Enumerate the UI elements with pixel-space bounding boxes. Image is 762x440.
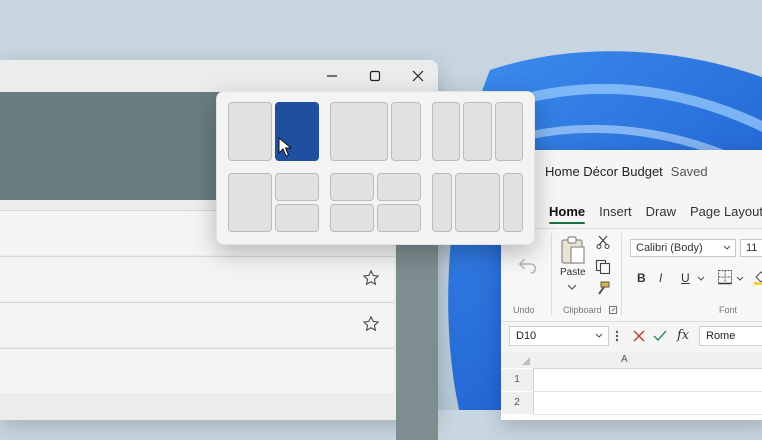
cut-icon[interactable] [596,235,610,249]
snap-zone-three-column-right[interactable] [495,102,523,161]
tab-draw[interactable]: Draw [646,204,676,219]
snap-zone-side-right[interactable] [503,173,523,232]
row-number: 1 [514,374,520,385]
maximize-icon [369,70,381,82]
chevron-down-icon[interactable] [567,283,577,291]
snap-zone-narrow-right[interactable] [391,102,421,161]
chevron-down-icon [723,245,731,250]
chevron-down-icon[interactable] [697,276,705,282]
copy-icon[interactable] [595,259,611,275]
row-header[interactable]: 2 [501,392,534,414]
list-item[interactable] [0,302,394,347]
column-header-label: A [621,354,628,365]
dialog-launcher-icon[interactable] [609,306,617,314]
excel-window[interactable]: Home Décor Budget Saved Home Insert Draw Pag… [501,150,762,420]
snap-zone-side-left[interactable] [432,173,452,232]
gridline [533,414,762,415]
snap-zone-three-column-left[interactable] [432,102,460,161]
chevron-down-icon[interactable] [736,276,744,282]
bold-button[interactable]: B [637,271,646,285]
snap-layouts-flyout [216,91,535,245]
format-painter-icon[interactable] [595,281,611,297]
borders-icon[interactable] [717,269,733,285]
enter-checkmark-icon[interactable] [653,330,667,342]
close-icon [412,70,424,82]
select-all-corner[interactable] [501,352,534,368]
snap-zone-quad-bottom-left[interactable] [330,204,374,232]
group-divider [551,233,552,315]
snap-zone-stack-top-right[interactable] [275,173,319,201]
font-size-dropdown[interactable]: 11 [740,239,762,257]
italic-button[interactable]: I [659,271,662,285]
undo-icon[interactable] [517,253,539,275]
group-divider [621,233,622,315]
snap-zone-center-wide[interactable] [455,173,500,232]
snap-zone-quad-top-left[interactable] [330,173,374,201]
snap-zone-main-left[interactable] [228,173,272,232]
ribbon-tabs: Home Insert Draw Page Layout [549,204,762,224]
maximize-button[interactable] [361,66,389,86]
formula-value: Rome [706,330,736,342]
star-icon[interactable] [362,269,380,287]
row-header[interactable]: 1 [501,369,534,391]
formula-input[interactable]: Rome [699,326,762,346]
font-name-value: Calibri (Body) [636,242,703,254]
fill-color-icon[interactable] [753,269,762,285]
underline-button[interactable]: U [681,271,690,285]
name-box[interactable]: D10 [509,326,609,346]
font-name-dropdown[interactable]: Calibri (Body) [630,239,736,257]
font-group-label: Font [719,305,738,315]
insert-function-button[interactable]: fx [677,328,689,343]
cancel-icon[interactable] [633,330,645,342]
column-header[interactable]: A [533,352,762,369]
undo-group-label: Undo [513,305,535,315]
snap-zone-three-column-middle[interactable] [463,102,492,161]
more-options-icon[interactable] [615,330,619,342]
document-name: Home Décor Budget [545,164,663,179]
document-title: Home Décor Budget Saved [545,164,708,179]
snap-zone-wide-left[interactable] [330,102,388,161]
paste-icon[interactable] [559,235,587,265]
paste-label[interactable]: Paste [560,267,586,278]
snap-zone-stack-bottom-right[interactable] [275,204,319,232]
close-button[interactable] [404,66,432,86]
tab-home[interactable]: Home [549,204,586,224]
minimize-button[interactable] [318,66,346,86]
star-icon[interactable] [362,315,380,333]
clipboard-group-label: Clipboard [563,305,602,315]
snap-zone-quad-top-right[interactable] [377,173,421,201]
gridline [533,391,762,392]
name-box-value: D10 [516,330,537,342]
window-titlebar[interactable] [0,60,438,90]
tab-insert[interactable]: Insert [599,204,632,219]
formula-bar: D10 fx Rome [501,324,762,348]
chevron-down-icon [595,333,603,338]
row-number: 2 [514,397,520,408]
minimize-icon [327,75,337,77]
save-status: Saved [670,164,708,179]
ribbon: Undo Paste Clipboard Calibri (Body) 11 B… [501,228,762,322]
tab-page-layout[interactable]: Page Layout [690,204,762,219]
select-all-icon [522,357,530,365]
font-size-value: 11 [746,242,758,254]
list-item[interactable] [0,256,394,301]
snap-zone-quad-bottom-right[interactable] [377,204,421,232]
list-item[interactable] [0,348,394,393]
mouse-pointer-icon [278,137,292,157]
snap-zone-two-column-left[interactable] [228,102,272,161]
